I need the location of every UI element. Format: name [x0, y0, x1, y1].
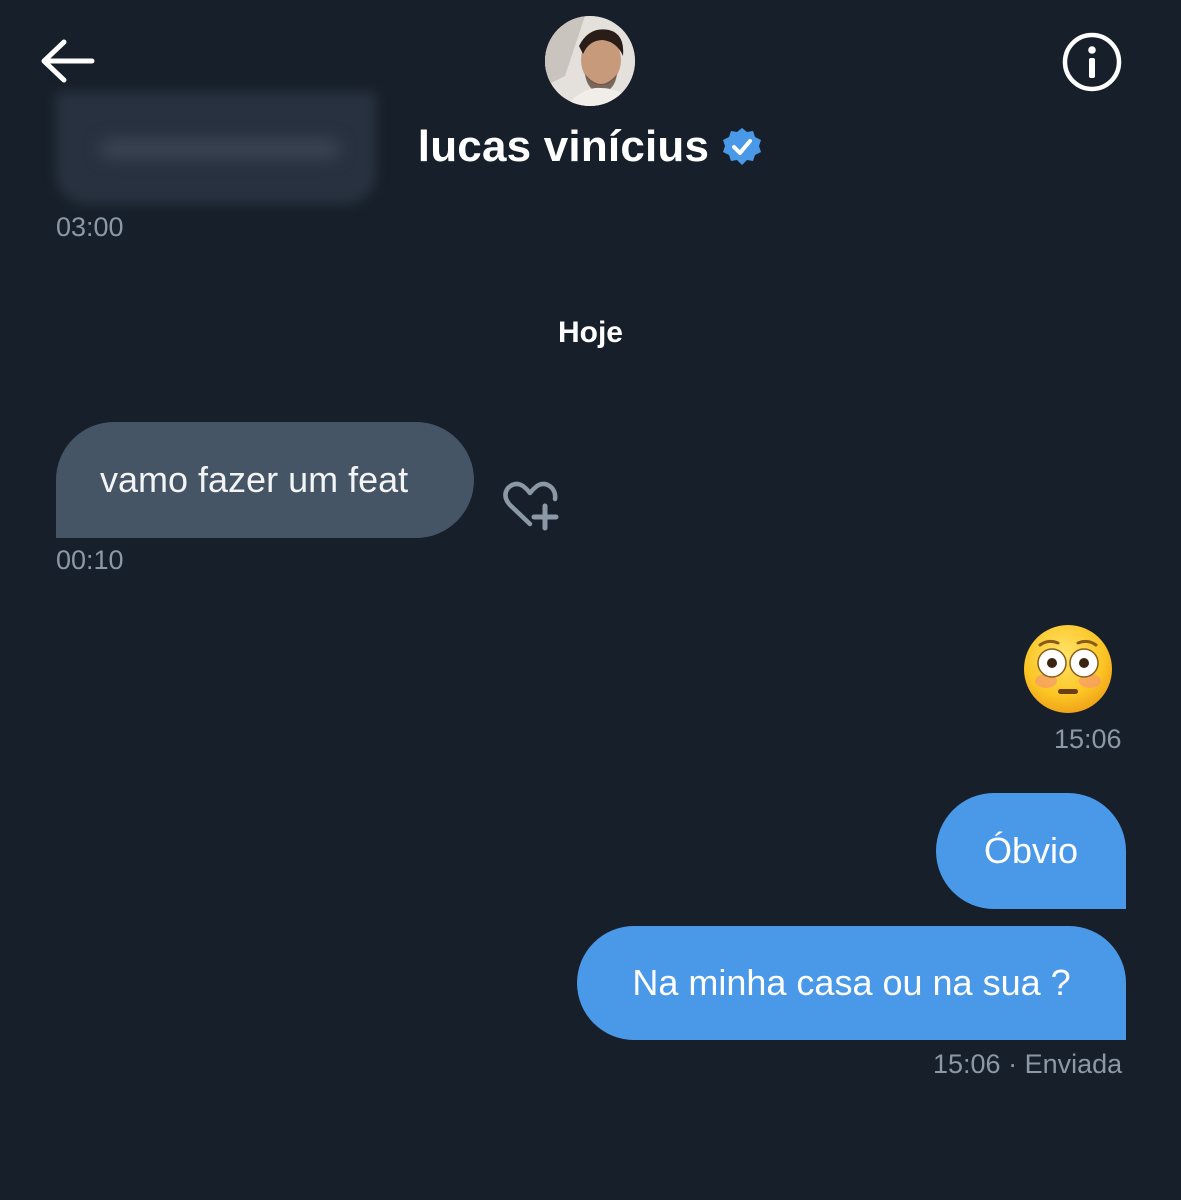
message-timestamp: 03:00 [56, 212, 124, 242]
message-timestamp: 00:10 [56, 545, 124, 575]
date-separator: Hoje [557, 316, 623, 349]
message-text: vamo fazer um feat [100, 459, 409, 500]
conversation-info-button[interactable] [1060, 30, 1124, 94]
sent-message-bubble[interactable]: Óbvio [936, 793, 1126, 909]
message-text: Óbvio [983, 830, 1079, 871]
verified-badge-icon [723, 128, 762, 165]
arrow-left-icon [41, 39, 95, 83]
flushed-face-emoji [1024, 625, 1112, 713]
conversation-header-title[interactable]: lucas vinícius [0, 122, 1181, 172]
contact-name: lucas vinícius [417, 122, 710, 171]
message-timestamp: 15:06 [933, 1049, 1001, 1079]
back-button[interactable] [36, 34, 98, 90]
message-text: Na minha casa ou na sua ? [632, 962, 1071, 1003]
sent-message-bubble[interactable]: Na minha casa ou na sua ? [577, 926, 1126, 1040]
contact-avatar[interactable] [545, 16, 635, 106]
heart-plus-icon [503, 481, 559, 531]
message-timestamp: 15:06 [1054, 724, 1122, 754]
info-circle-icon [1062, 32, 1122, 92]
message-status: · Enviada [1008, 1049, 1123, 1079]
received-message-bubble[interactable]: vamo fazer um feat [56, 422, 474, 538]
add-reaction-button[interactable] [498, 478, 562, 534]
dm-conversation-screen: lucas vinícius 03:00 Hoje vamo fazer um … [0, 0, 1181, 1200]
avatar-photo [545, 16, 635, 106]
sent-emoji-message[interactable] [1022, 623, 1114, 715]
message-timestamp-status: 15:06 · Enviada [933, 1049, 1122, 1080]
